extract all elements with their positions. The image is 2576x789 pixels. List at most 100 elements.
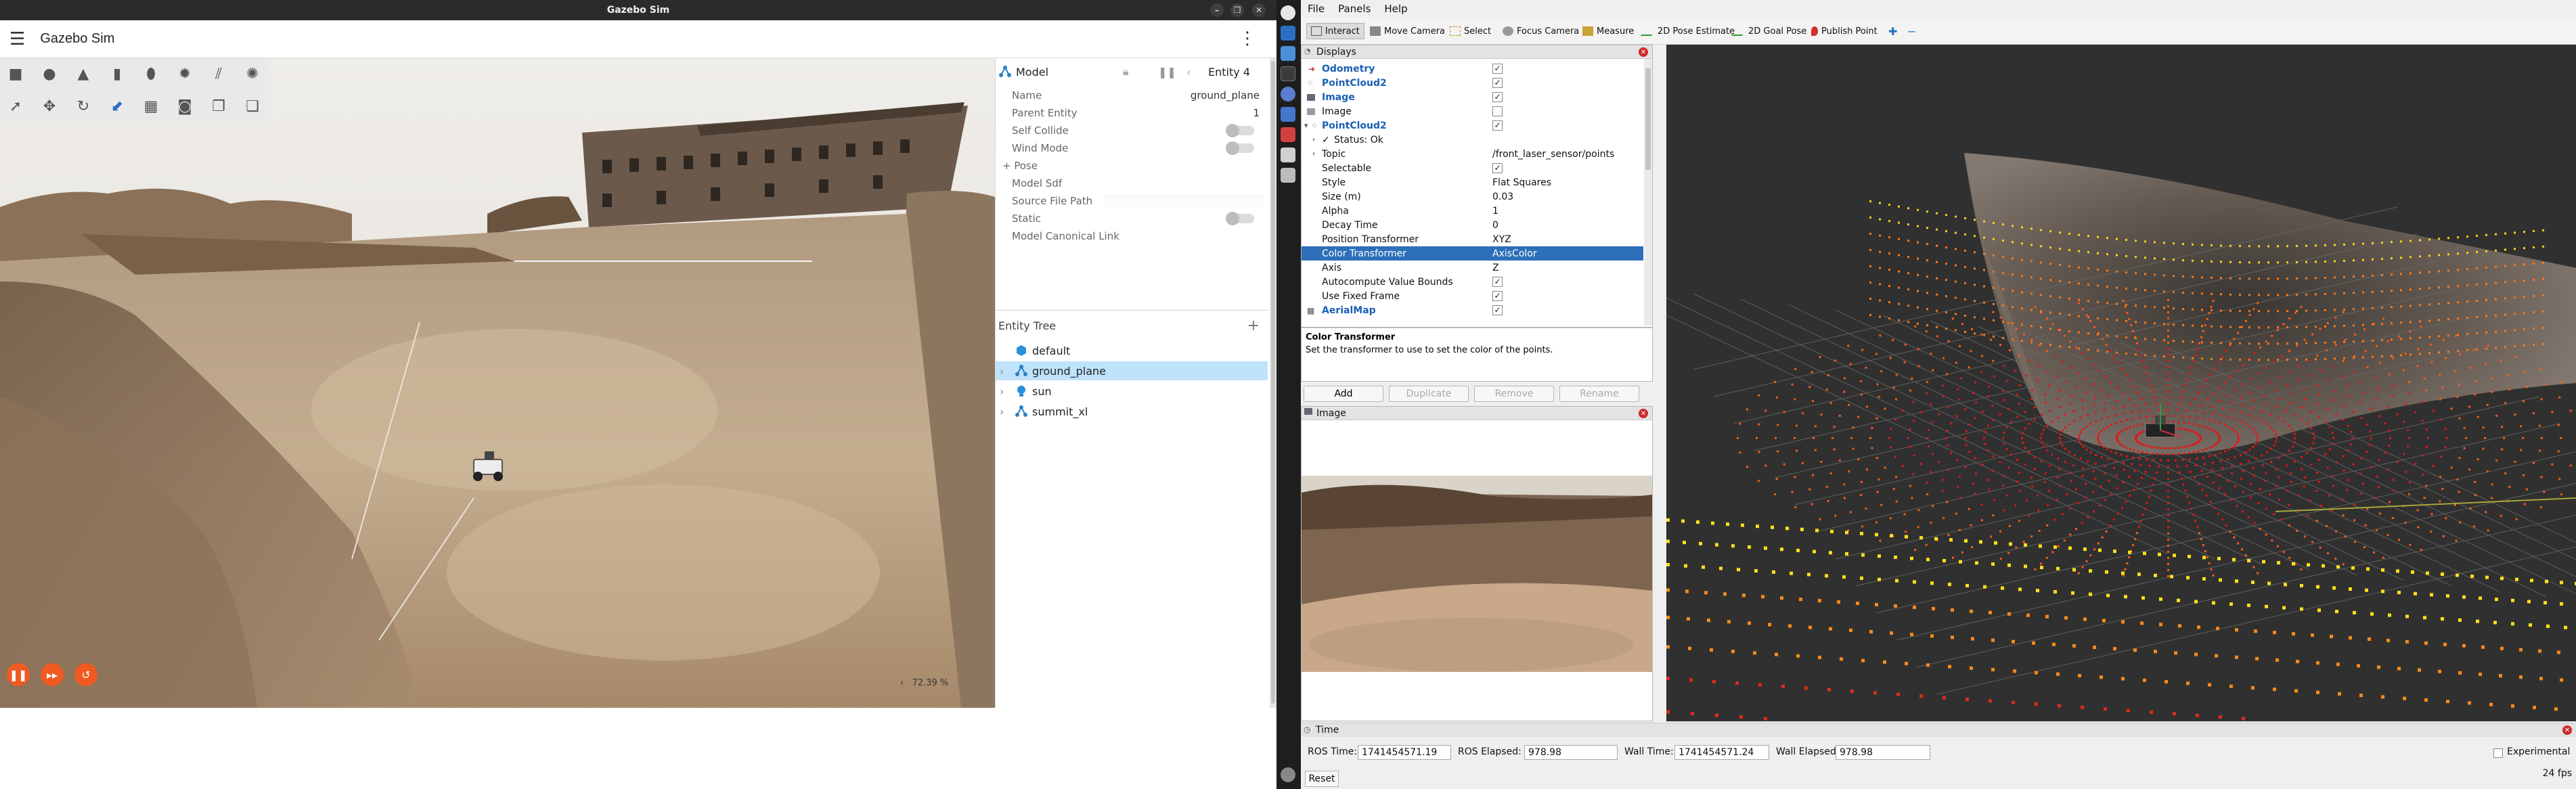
display-pointcloud2-b[interactable]: ▾ ⁘ PointCloud2 ✓ — [1302, 118, 1643, 133]
remove-tool-icon[interactable]: − — [1903, 23, 1920, 39]
source-file-field[interactable] — [1104, 194, 1264, 208]
display-pointcloud2-a[interactable]: ⁘ PointCloud2 ✓ — [1302, 76, 1643, 90]
duplicate-display-button[interactable]: Duplicate — [1389, 386, 1469, 402]
dock-app-icon[interactable] — [1281, 87, 1295, 102]
pause-updates-icon[interactable]: ❚❚ — [1158, 66, 1176, 78]
autocompute-checkbox[interactable]: ✓ — [1492, 277, 1503, 287]
status-row[interactable]: › ✓ Status: Ok — [1302, 133, 1643, 147]
aerialmap-checkbox[interactable]: ✓ — [1492, 305, 1503, 315]
kebab-menu-icon[interactable]: ⋮ — [1239, 28, 1256, 49]
dock-app-icon[interactable] — [1281, 107, 1295, 122]
cone-shape-icon[interactable]: ▲ — [72, 62, 95, 85]
paste-icon[interactable]: ❏ — [241, 95, 264, 118]
spot-light-icon[interactable]: ✺ — [241, 62, 264, 85]
step-icon[interactable]: ▸▸ — [41, 663, 64, 686]
display-odometry[interactable]: ➜ Odometry ✓ — [1302, 62, 1643, 76]
rviz-3d-view[interactable] — [1666, 45, 2576, 721]
directional-light-icon[interactable]: ⫽ — [207, 62, 230, 85]
ros-time-field[interactable]: 1741454571.19 — [1358, 745, 1451, 760]
rotate-mode-icon[interactable]: ↻ — [72, 95, 95, 118]
image-2-checkbox[interactable] — [1492, 106, 1503, 116]
prop-axis[interactable]: Axis Z — [1302, 261, 1643, 275]
entity-item-ground-plane[interactable]: › ground_plane — [996, 361, 1268, 380]
display-image-2[interactable]: Image — [1302, 104, 1643, 118]
show-apps-icon[interactable] — [1281, 767, 1295, 782]
snap-icon[interactable]: ⬋ — [106, 95, 129, 118]
translate-mode-icon[interactable]: ✥ — [38, 95, 61, 118]
close-icon[interactable]: ✕ — [1252, 3, 1266, 17]
menu-help[interactable]: Help — [1384, 3, 1407, 15]
display-aerialmap[interactable]: ▩ AerialMap ✓ — [1302, 303, 1643, 317]
close-time-panel-icon[interactable]: ✕ — [2562, 725, 2572, 735]
box-shape-icon[interactable]: ■ — [4, 62, 27, 85]
dock-app-icon[interactable] — [1281, 26, 1295, 41]
tool-2d-pose-estimate[interactable]: 2D Pose Estimate — [1639, 23, 1739, 39]
restore-icon[interactable]: ❐ — [1230, 3, 1244, 17]
dock-app-icon[interactable] — [1281, 127, 1295, 142]
pointcloud2-b-checkbox[interactable]: ✓ — [1492, 120, 1503, 131]
experimental-checkbox[interactable] — [2493, 748, 2503, 758]
sphere-shape-icon[interactable]: ● — [38, 62, 61, 85]
chevron-icon[interactable]: ‹ — [1186, 66, 1191, 78]
display-image[interactable]: Image ✓ — [1302, 90, 1643, 104]
prop-style[interactable]: Style Flat Squares — [1302, 175, 1643, 189]
minimize-icon[interactable]: – — [1210, 3, 1224, 17]
dock-app-icon[interactable] — [1281, 46, 1295, 61]
prop-pose[interactable]: + Pose — [996, 157, 1268, 175]
lock-icon[interactable]: 🔒︎ — [1123, 65, 1129, 78]
capsule-shape-icon[interactable]: ⬮ — [139, 62, 162, 85]
add-tool-icon[interactable]: ✚ — [1884, 23, 1901, 39]
add-display-button[interactable]: Add — [1304, 386, 1383, 402]
entity-item-default[interactable]: default — [996, 341, 1268, 360]
wind-mode-toggle[interactable] — [1226, 141, 1254, 155]
grid-config-icon[interactable]: ▦ — [139, 95, 162, 118]
pointcloud2-a-checkbox[interactable]: ✓ — [1492, 78, 1503, 88]
remove-display-button[interactable]: Remove — [1474, 386, 1554, 402]
ros-elapsed-field[interactable]: 978.98 — [1524, 745, 1618, 760]
prop-topic[interactable]: › Topic/front_laser_sensor/points — [1302, 147, 1643, 161]
tool-focus-camera[interactable]: Focus Camera — [1498, 23, 1583, 39]
tool-interact[interactable]: Interact — [1306, 23, 1364, 39]
pause-icon[interactable]: ❚❚ — [7, 663, 30, 686]
select-mode-icon[interactable]: ➚ — [4, 95, 27, 118]
displays-scrollbar[interactable] — [1644, 59, 1652, 325]
dock-app-icon[interactable] — [1281, 148, 1295, 162]
dock-app-icon[interactable] — [1281, 168, 1295, 183]
tool-publish-point[interactable]: Publish Point — [1807, 23, 1882, 39]
dock-app-icon[interactable] — [1281, 5, 1295, 20]
gazebo-3d-scene[interactable] — [0, 58, 995, 708]
tool-2d-goal-pose[interactable]: 2D Goal Pose — [1730, 23, 1811, 39]
prop-size[interactable]: Size (m) 0.03 — [1302, 189, 1643, 204]
panel-scrollbar[interactable] — [1270, 58, 1276, 708]
rename-display-button[interactable]: Rename — [1559, 386, 1639, 402]
prop-color-transformer[interactable]: Color Transformer AxisColor — [1302, 246, 1643, 261]
prop-position-transformer[interactable]: Position Transformer XYZ — [1302, 232, 1643, 246]
tool-move-camera[interactable]: Move Camera — [1366, 23, 1449, 39]
sun-light-icon[interactable]: ✹ — [173, 62, 196, 85]
prop-decay-time[interactable]: Decay Time 0 — [1302, 218, 1643, 232]
copy-icon[interactable]: ❐ — [207, 95, 230, 118]
dock-app-icon[interactable] — [1281, 66, 1295, 81]
close-image-panel-icon[interactable]: ✕ — [1639, 409, 1648, 418]
tool-select[interactable]: Select — [1446, 23, 1495, 39]
menu-panels[interactable]: Panels — [1338, 3, 1371, 15]
entity-item-sun[interactable]: › sun — [996, 382, 1268, 401]
menu-file[interactable]: File — [1308, 3, 1325, 15]
prop-use-fixed-frame[interactable]: Use Fixed Frame ✓ — [1302, 289, 1643, 303]
prop-alpha[interactable]: Alpha 1 — [1302, 204, 1643, 218]
wall-time-field[interactable]: 1741454571.24 — [1674, 745, 1769, 760]
hamburger-menu-icon[interactable]: ☰ — [9, 29, 25, 49]
add-entity-icon[interactable]: + — [1247, 317, 1260, 334]
selectable-checkbox[interactable]: ✓ — [1492, 163, 1503, 173]
wall-elapsed-field[interactable]: 978.98 — [1836, 745, 1930, 760]
entity-item-summit-xl[interactable]: › summit_xl — [996, 402, 1268, 421]
prop-selectable[interactable]: Selectable ✓ — [1302, 161, 1643, 175]
fixed-frame-checkbox[interactable]: ✓ — [1492, 291, 1503, 301]
reset-sim-icon[interactable]: ↺ — [74, 663, 97, 686]
tool-measure[interactable]: Measure — [1578, 23, 1638, 39]
image-checkbox[interactable]: ✓ — [1492, 92, 1503, 102]
self-collide-toggle[interactable] — [1226, 124, 1254, 137]
screenshot-icon[interactable]: ◙ — [173, 95, 196, 118]
close-panel-icon[interactable]: ✕ — [1639, 47, 1648, 57]
reset-button[interactable]: Reset — [1305, 771, 1339, 787]
